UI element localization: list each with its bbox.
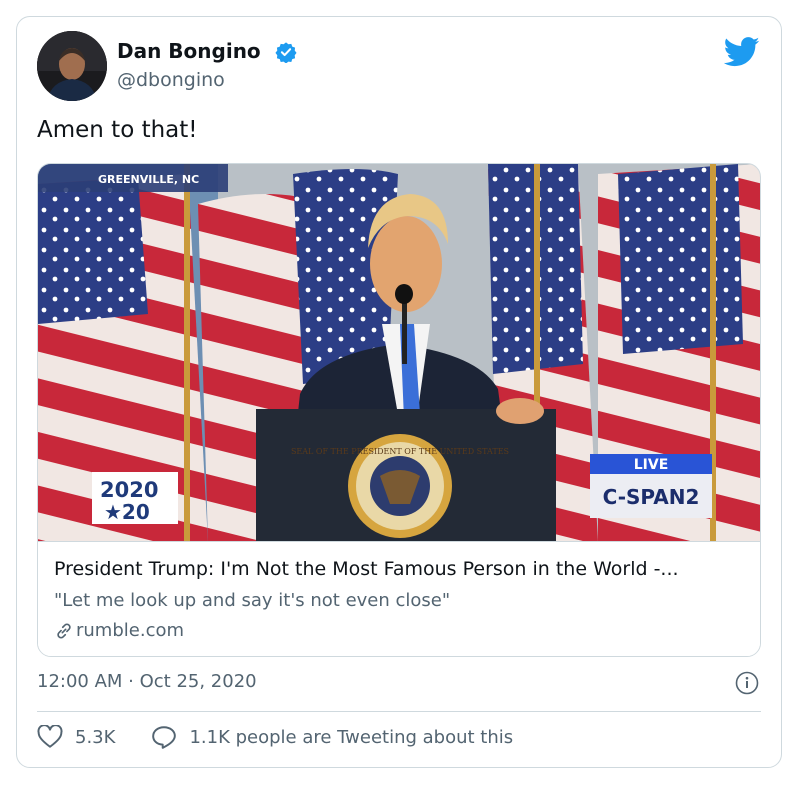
author-handle[interactable]: @dbongino [117, 69, 225, 91]
link-info[interactable]: President Trump: I'm Not the Most Famous… [38, 541, 760, 656]
network-label: C-SPAN2 [603, 485, 700, 509]
info-icon[interactable] [735, 671, 759, 695]
avatar[interactable] [37, 31, 107, 101]
link-domain-text: rumble.com [76, 620, 185, 641]
link-icon [57, 622, 71, 639]
logo-2020-bottom: ★20 [104, 500, 150, 524]
video-thumbnail[interactable]: SEAL OF THE PRESIDENT OF THE UNITED STAT… [38, 164, 760, 542]
divider [37, 711, 761, 712]
author-name[interactable]: Dan Bongino [117, 39, 261, 63]
like-count: 5.3K [75, 726, 116, 748]
verified-icon [275, 42, 297, 63]
tweet-card: Dan Bongino @dbongino Amen to that! SEAL… [16, 16, 782, 768]
link-domain[interactable]: rumble.com [54, 620, 184, 641]
reply-bubble-icon [152, 726, 177, 749]
heart-icon [37, 725, 63, 748]
tweet-timestamp[interactable]: 12:00 AM · Oct 25, 2020 [37, 671, 257, 692]
logo-2020-top: 2020 [100, 478, 158, 502]
live-badge: LIVE [634, 457, 669, 473]
like-button[interactable]: 5.3K [37, 725, 115, 749]
location-label: GREENVILLE, NC [98, 173, 199, 186]
seal-text: SEAL OF THE PRESIDENT OF THE UNITED STAT… [291, 447, 509, 456]
tweeting-text: 1.1K people are Tweeting about this [189, 726, 514, 748]
link-description: "Let me look up and say it's not even cl… [54, 590, 451, 611]
tweet-text: Amen to that! [37, 117, 198, 143]
tweet-actions: 5.3K 1.1K people are Tweeting about this [37, 725, 549, 749]
link-preview-card[interactable]: SEAL OF THE PRESIDENT OF THE UNITED STAT… [37, 163, 761, 657]
twitter-bird-icon[interactable] [724, 37, 760, 67]
tweeting-about-button[interactable]: 1.1K people are Tweeting about this [151, 725, 513, 749]
link-title[interactable]: President Trump: I'm Not the Most Famous… [54, 558, 679, 580]
